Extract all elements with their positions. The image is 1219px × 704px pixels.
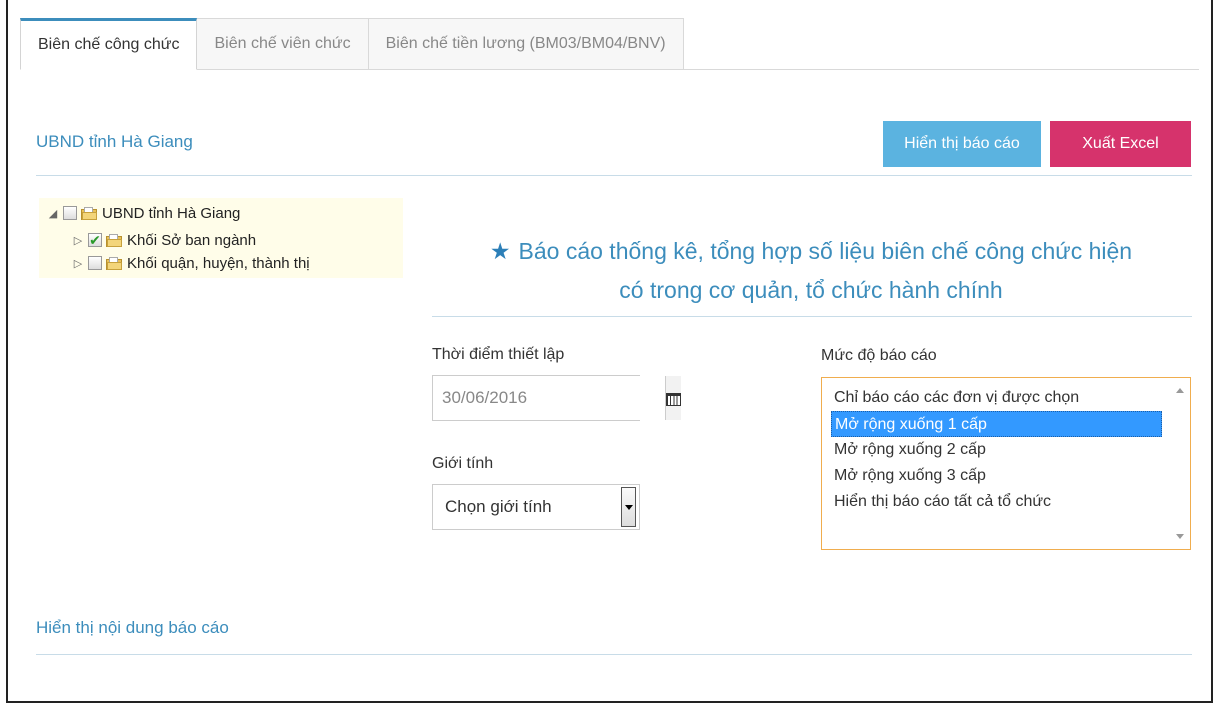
gender-select[interactable]: Chọn giới tính	[432, 484, 640, 530]
report-heading-line1: Báo cáo thống kê, tổng hợp số liệu biên …	[518, 238, 1133, 264]
tree-node-label: UBND tỉnh Hà Giang	[102, 204, 241, 222]
header-divider	[36, 175, 1192, 176]
star-icon: ★	[489, 238, 511, 264]
scroll-down-icon[interactable]	[1176, 534, 1184, 539]
tree-node-label: Khối Sở ban ngành	[127, 231, 257, 249]
content-divider	[36, 654, 1192, 655]
content-section-title: Hiển thị nội dung báo cáo	[36, 618, 229, 637]
tree-node-khoi-so-ban-nganh[interactable]: ▷ ✔ Khối Sở ban ngành	[68, 230, 256, 250]
tree-node-label: Khối quận, huyện, thành thị	[127, 254, 310, 272]
show-report-button[interactable]: Hiển thị báo cáo	[883, 121, 1041, 167]
heading-divider	[432, 316, 1192, 317]
calendar-button[interactable]	[665, 376, 681, 420]
expand-icon[interactable]: ▷	[68, 230, 88, 250]
report-level-listbox[interactable]: Chỉ báo cáo các đơn vị được chọn Mở rộng…	[821, 377, 1191, 550]
tab-bien-che-tien-luong[interactable]: Biên chế tiền lương (BM03/BM04/BNV)	[367, 18, 684, 69]
level-option[interactable]: Mở rộng xuống 2 cấp	[831, 437, 1162, 463]
tab-bien-che-vien-chuc[interactable]: Biên chế viên chức	[196, 18, 369, 69]
expand-icon[interactable]: ▷	[68, 253, 88, 273]
report-heading: ★ Báo cáo thống kê, tổng hợp số liệu biên…	[430, 232, 1192, 310]
collapse-icon[interactable]: ◢	[43, 203, 63, 223]
level-option[interactable]: Mở rộng xuống 3 cấp	[831, 463, 1162, 489]
level-option[interactable]: Hiển thị báo cáo tất cả tổ chức	[831, 489, 1162, 515]
date-label: Thời điểm thiết lập	[432, 346, 565, 363]
dropdown-arrow-icon[interactable]	[621, 487, 636, 527]
folder-icon	[81, 206, 97, 220]
level-option-selected[interactable]: Mở rộng xuống 1 cấp	[831, 411, 1162, 437]
level-option[interactable]: Chỉ báo cáo các đơn vị được chọn	[831, 385, 1162, 411]
main-frame	[6, 0, 1213, 703]
scroll-up-icon[interactable]	[1176, 388, 1184, 393]
tree-checkbox-unchecked[interactable]	[88, 256, 102, 270]
date-input[interactable]	[433, 376, 665, 420]
tree-node-root[interactable]: ◢ UBND tỉnh Hà Giang	[43, 203, 241, 223]
gender-select-value: Chọn giới tính	[445, 497, 552, 516]
folder-icon	[106, 233, 122, 247]
tab-bien-che-cong-chuc[interactable]: Biên chế công chức	[20, 18, 198, 70]
report-heading-line2: có trong cơ quản, tổ chức hành chính	[619, 277, 1003, 303]
tree-checkbox-root[interactable]	[63, 206, 77, 220]
panel-title: UBND tỉnh Hà Giang	[36, 132, 193, 151]
export-excel-button[interactable]: Xuất Excel	[1050, 121, 1191, 167]
tab-bar: Biên chế công chức Biên chế viên chức Bi…	[20, 18, 684, 70]
listbox-scrollbar[interactable]	[1172, 380, 1188, 547]
calendar-icon	[666, 391, 681, 406]
gender-label: Giới tính	[432, 455, 494, 472]
level-label: Mức độ báo cáo	[821, 347, 937, 364]
tree-node-khoi-quan-huyen[interactable]: ▷ Khối quận, huyện, thành thị	[68, 253, 310, 273]
folder-icon	[106, 256, 122, 270]
date-picker	[432, 375, 681, 421]
org-tree: ◢ UBND tỉnh Hà Giang ▷ ✔ Khối Sở ban ngà…	[39, 198, 403, 278]
tree-checkbox-checked[interactable]: ✔	[88, 233, 102, 247]
